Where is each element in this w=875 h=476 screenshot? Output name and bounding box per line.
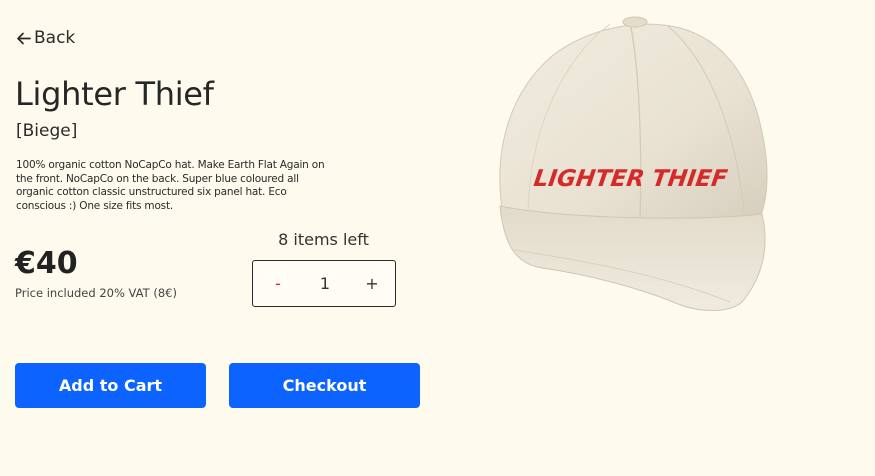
back-link[interactable]: Back <box>15 27 75 49</box>
quantity-value[interactable]: 1 <box>320 274 330 293</box>
cap-illustration: LIGHTER THIEF <box>499 16 768 311</box>
cap-print-text: LIGHTER THIEF <box>532 166 729 192</box>
product-variant: [Biege] <box>16 121 78 141</box>
product-price: €40 <box>15 246 78 281</box>
product-image: LIGHTER THIEF <box>490 12 780 316</box>
stock-label: 8 items left <box>278 230 369 249</box>
product-page: Back Lighter Thief [Biege] 100% organic … <box>0 0 875 476</box>
quantity-stepper: - 1 + <box>252 260 396 307</box>
checkout-button[interactable]: Checkout <box>229 363 420 408</box>
product-description: 100% organic cotton NoCapCo hat. Make Ea… <box>16 159 325 212</box>
vat-note: Price included 20% VAT (8€) <box>15 286 177 300</box>
product-title: Lighter Thief <box>15 75 214 113</box>
arrow-left-icon <box>15 30 32 47</box>
back-label: Back <box>34 28 76 48</box>
quantity-decrease-button[interactable]: - <box>270 274 286 293</box>
quantity-increase-button[interactable]: + <box>364 274 380 293</box>
add-to-cart-button[interactable]: Add to Cart <box>15 363 206 408</box>
